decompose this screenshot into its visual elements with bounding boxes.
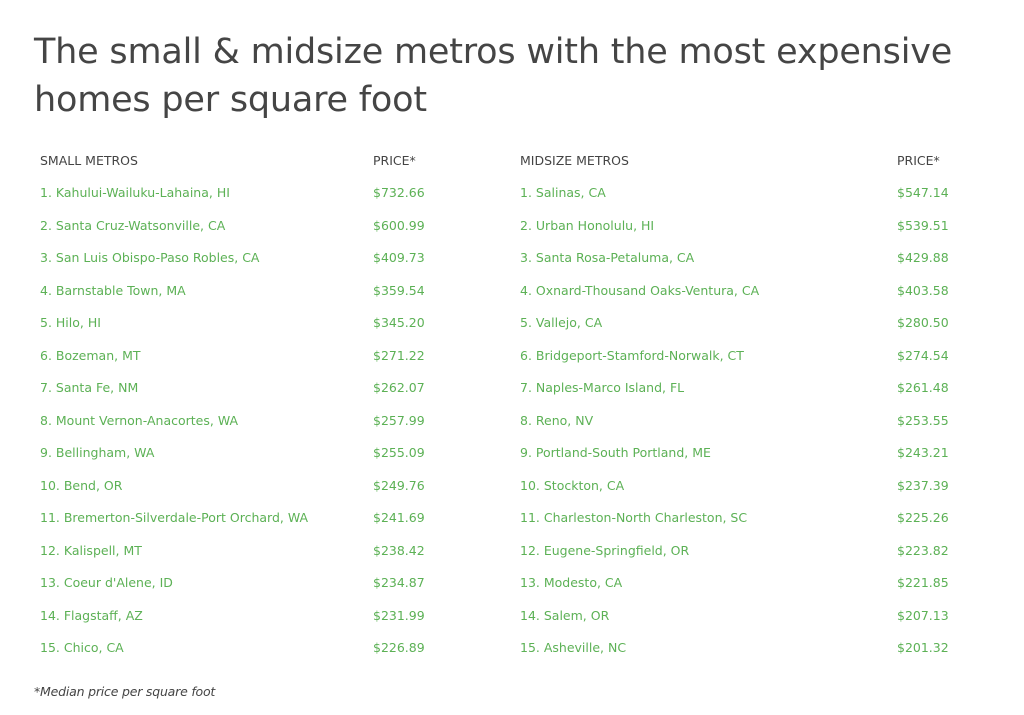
- midsize-metro-price: $207.13: [897, 607, 949, 623]
- midsize-metro-name: 7. Naples-Marco Island, FL: [520, 380, 685, 395]
- midsize-metro-price: $403.58: [897, 282, 949, 298]
- table-row: 8. Mount Vernon-Anacortes, WA $257.99 8.…: [40, 413, 1000, 446]
- midsize-metro-name: 9. Portland-South Portland, ME: [520, 445, 711, 460]
- midsize-metro-name: 15. Asheville, NC: [520, 640, 627, 655]
- midsize-metro-price: $539.51: [897, 217, 949, 233]
- midsize-metro-price: $274.54: [897, 347, 949, 363]
- table-row: 11. Bremerton-Silverdale-Port Orchard, W…: [40, 510, 1000, 543]
- small-metro-name: 13. Coeur d'Alene, ID: [40, 575, 173, 590]
- header-small-price: PRICE*: [373, 153, 416, 168]
- midsize-metro-price: $243.21: [897, 445, 949, 460]
- small-metro-price: $231.99: [373, 607, 425, 623]
- table-body: 1. Kahului-Wailuku-Lahaina, HI $732.66 1…: [40, 185, 1000, 673]
- midsize-metro-name: 1. Salinas, CA: [520, 185, 606, 200]
- table-row: 6. Bozeman, MT $271.22 6. Bridgeport-Sta…: [40, 348, 1000, 381]
- table-row: 7. Santa Fe, NM $262.07 7. Naples-Marco …: [40, 380, 1000, 413]
- table-row: 2. Santa Cruz-Watsonville, CA $600.99 2.…: [40, 218, 1000, 251]
- small-metro-price: $345.20: [373, 315, 425, 330]
- small-metro-name: 14. Flagstaff, AZ: [40, 607, 143, 623]
- midsize-metro-name: 3. Santa Rosa-Petaluma, CA: [520, 250, 695, 265]
- header-small-metros: SMALL METROS: [40, 153, 138, 168]
- table-row: 3. San Luis Obispo-Paso Robles, CA $409.…: [40, 250, 1000, 283]
- table-row: 15. Chico, CA $226.89 15. Asheville, NC …: [40, 640, 1000, 673]
- small-metro-price: $241.69: [373, 510, 425, 525]
- small-metro-price: $255.09: [373, 445, 425, 460]
- midsize-metro-price: $547.14: [897, 185, 949, 200]
- small-metro-name: 9. Bellingham, WA: [40, 445, 155, 460]
- table-row: 14. Flagstaff, AZ $231.99 14. Salem, OR …: [40, 608, 1000, 641]
- midsize-metro-price: $261.48: [897, 380, 949, 395]
- small-metro-price: $257.99: [373, 412, 425, 428]
- midsize-metro-name: 5. Vallejo, CA: [520, 315, 603, 330]
- small-metro-price: $732.66: [373, 185, 425, 200]
- midsize-metro-name: 8. Reno, NV: [520, 412, 594, 428]
- small-metro-price: $409.73: [373, 250, 425, 265]
- midsize-metro-price: $225.26: [897, 510, 949, 525]
- footnote: *Median price per square foot: [34, 684, 216, 699]
- midsize-metro-name: 6. Bridgeport-Stamford-Norwalk, CT: [520, 347, 744, 363]
- midsize-metro-price: $221.85: [897, 575, 949, 590]
- midsize-metro-name: 10. Stockton, CA: [520, 477, 625, 493]
- table-row: 12. Kalispell, MT $238.42 12. Eugene-Spr…: [40, 543, 1000, 576]
- midsize-metro-name: 14. Salem, OR: [520, 607, 610, 623]
- header-midsize-price: PRICE*: [897, 153, 940, 168]
- small-metro-name: 10. Bend, OR: [40, 477, 123, 493]
- small-metro-name: 7. Santa Fe, NM: [40, 380, 139, 395]
- small-metro-name: 3. San Luis Obispo-Paso Robles, CA: [40, 250, 260, 265]
- midsize-metro-name: 2. Urban Honolulu, HI: [520, 217, 655, 233]
- midsize-metro-name: 12. Eugene-Springfield, OR: [520, 542, 690, 558]
- table-row: 13. Coeur d'Alene, ID $234.87 13. Modest…: [40, 575, 1000, 608]
- small-metro-name: 8. Mount Vernon-Anacortes, WA: [40, 412, 239, 428]
- small-metro-price: $262.07: [373, 380, 425, 395]
- page-title: The small & midsize metros with the most…: [34, 32, 953, 120]
- midsize-metro-price: $253.55: [897, 412, 949, 428]
- small-metro-price: $359.54: [373, 282, 425, 298]
- table-row: 4. Barnstable Town, MA $359.54 4. Oxnard…: [40, 283, 1000, 316]
- midsize-metro-name: 11. Charleston-North Charleston, SC: [520, 510, 748, 525]
- small-metro-name: 2. Santa Cruz-Watsonville, CA: [40, 217, 226, 233]
- small-metro-price: $271.22: [373, 347, 425, 363]
- midsize-metro-price: $201.32: [897, 640, 949, 655]
- table-row: 10. Bend, OR $249.76 10. Stockton, CA $2…: [40, 478, 1000, 511]
- small-metro-name: 6. Bozeman, MT: [40, 347, 141, 363]
- small-metro-price: $234.87: [373, 575, 425, 590]
- table-row: 5. Hilo, HI $345.20 5. Vallejo, CA $280.…: [40, 315, 1000, 348]
- midsize-metro-price: $429.88: [897, 250, 949, 265]
- small-metro-price: $249.76: [373, 477, 425, 493]
- midsize-metro-name: 13. Modesto, CA: [520, 575, 623, 590]
- small-metro-name: 5. Hilo, HI: [40, 315, 101, 330]
- midsize-metro-price: $223.82: [897, 542, 949, 558]
- small-metro-price: $226.89: [373, 640, 425, 655]
- table-row: 9. Bellingham, WA $255.09 9. Portland-So…: [40, 445, 1000, 478]
- small-metro-name: 12. Kalispell, MT: [40, 542, 142, 558]
- small-metro-price: $238.42: [373, 542, 425, 558]
- table-row: 1. Kahului-Wailuku-Lahaina, HI $732.66 1…: [40, 185, 1000, 218]
- midsize-metro-name: 4. Oxnard-Thousand Oaks-Ventura, CA: [520, 282, 760, 298]
- small-metro-name: 1. Kahului-Wailuku-Lahaina, HI: [40, 185, 230, 200]
- midsize-metro-price: $237.39: [897, 477, 949, 493]
- small-metro-name: 4. Barnstable Town, MA: [40, 282, 186, 298]
- small-metro-name: 15. Chico, CA: [40, 640, 124, 655]
- header-midsize-metros: MIDSIZE METROS: [520, 153, 629, 168]
- small-metro-price: $600.99: [373, 217, 425, 233]
- small-metro-name: 11. Bremerton-Silverdale-Port Orchard, W…: [40, 510, 309, 525]
- midsize-metro-price: $280.50: [897, 315, 949, 330]
